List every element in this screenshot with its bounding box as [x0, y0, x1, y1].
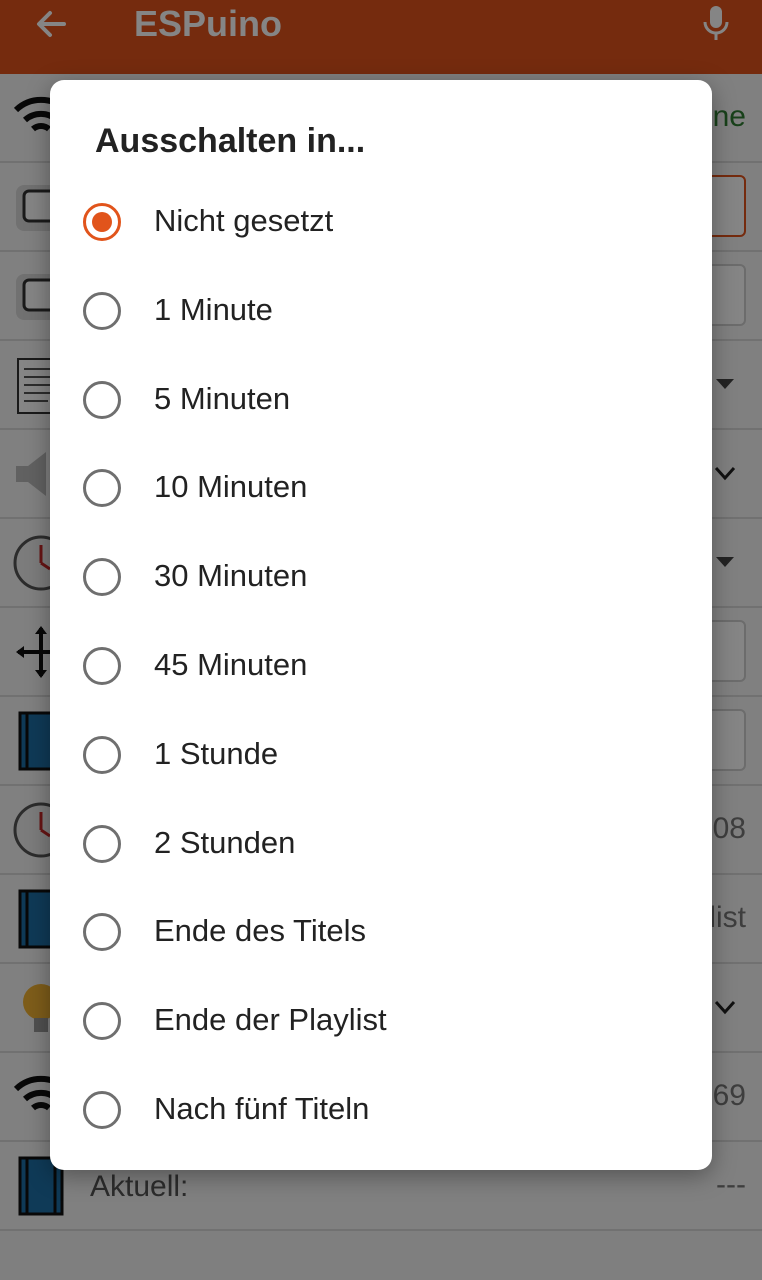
radio-option[interactable]: Nicht gesetzt	[50, 178, 712, 267]
radio-option-label: Ende der Playlist	[154, 1002, 387, 1038]
radio-option[interactable]: 1 Stunde	[50, 711, 712, 800]
radio-option-label: Nicht gesetzt	[154, 203, 334, 238]
radio-option-label: 2 Stunden	[154, 824, 296, 860]
radio-option-label: 5 Minuten	[154, 380, 291, 416]
radio-option-label: Ende des Titels	[154, 913, 366, 949]
radio-button[interactable]	[83, 469, 121, 508]
radio-option-label: 30 Minuten	[154, 558, 308, 594]
radio-option[interactable]: Nach fünf Titeln	[50, 1066, 712, 1155]
radio-button[interactable]	[83, 824, 121, 863]
radio-option[interactable]: 30 Minuten	[50, 533, 712, 622]
radio-option[interactable]: Ende des Titels	[50, 888, 712, 977]
radio-button[interactable]	[83, 1002, 121, 1041]
radio-option[interactable]: 5 Minuten	[50, 356, 712, 445]
radio-button[interactable]	[83, 646, 121, 685]
radio-option[interactable]: 1 Minute	[50, 267, 712, 356]
radio-option-label: Nach fünf Titeln	[154, 1090, 370, 1126]
radio-button[interactable]	[83, 558, 121, 597]
radio-option[interactable]: 45 Minuten	[50, 622, 712, 711]
radio-option-label: 45 Minuten	[154, 646, 308, 682]
radio-option[interactable]: 2 Stunden	[50, 800, 712, 889]
radio-button[interactable]	[83, 291, 121, 330]
radio-button[interactable]	[83, 380, 121, 419]
radio-option-list: Nicht gesetzt 1 Minute 5 Minuten 10 Minuten…	[50, 178, 712, 1155]
dialog-title: Ausschalten in...	[95, 122, 366, 160]
radio-button-checked[interactable]	[83, 203, 121, 241]
radio-option-label: 1 Stunde	[154, 735, 279, 771]
radio-option[interactable]: 10 Minuten	[50, 444, 712, 533]
radio-button[interactable]	[83, 913, 121, 952]
radio-button[interactable]	[83, 735, 121, 774]
radio-option[interactable]: Ende der Playlist	[50, 977, 712, 1066]
radio-button[interactable]	[83, 1090, 121, 1129]
radio-option-label: 1 Minute	[154, 291, 273, 327]
shutdown-timer-dialog: Ausschalten in... Nicht gesetzt 1 Minute 5…	[50, 80, 712, 1170]
radio-option-label: 10 Minuten	[154, 469, 308, 505]
